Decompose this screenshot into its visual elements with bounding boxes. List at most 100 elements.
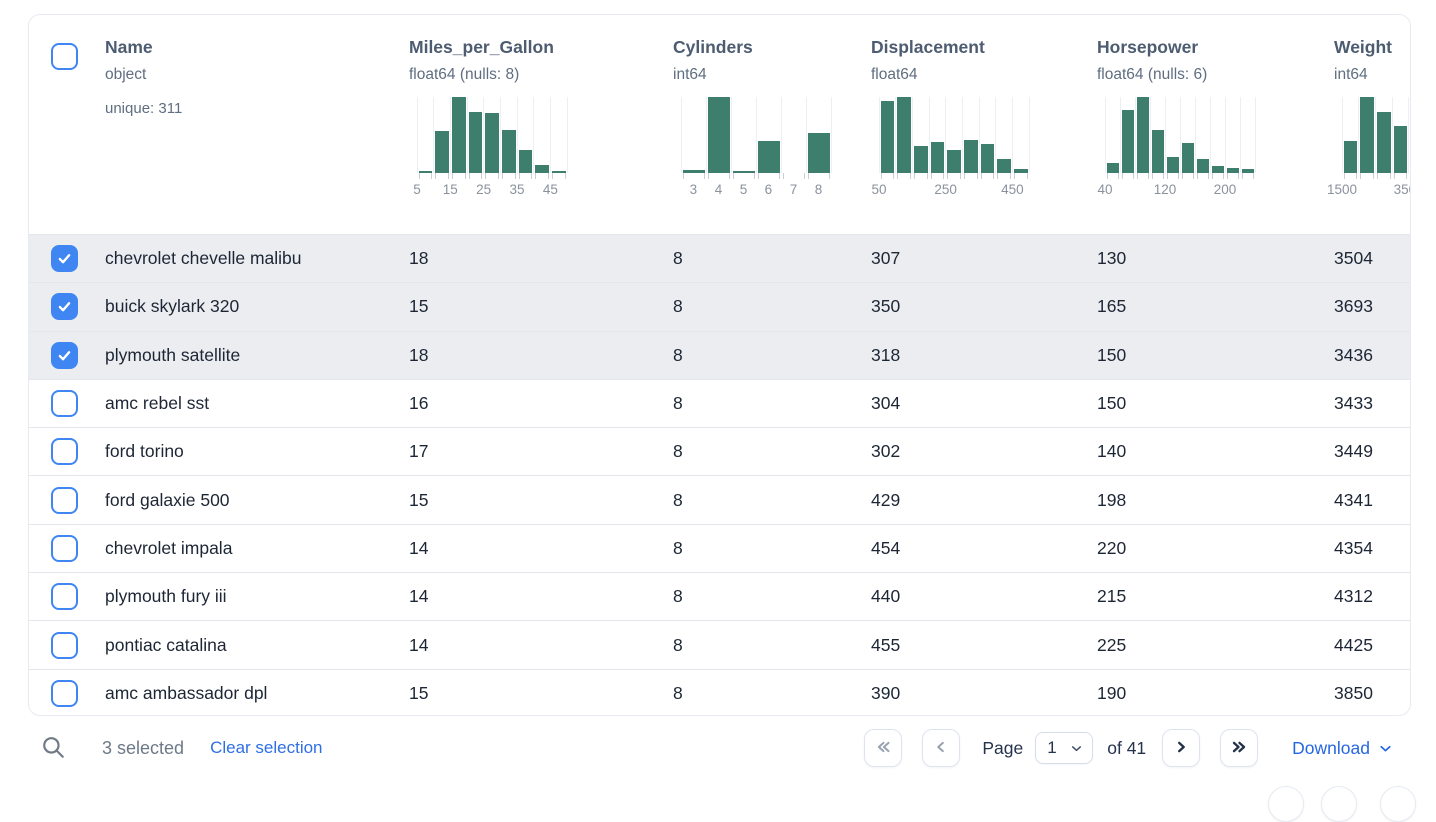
axis-tick-label: 120: [1154, 182, 1177, 197]
histogram-Miles_per_Gallon: 515253545: [417, 97, 567, 198]
row-checkbox[interactable]: [51, 680, 78, 707]
table-row: chevrolet chevelle malibu1883071303504: [29, 234, 1410, 282]
last-page-button[interactable]: [1220, 729, 1258, 767]
row-checkbox[interactable]: [51, 632, 78, 659]
histogram-bar: [1197, 159, 1209, 173]
first-page-button[interactable]: [864, 729, 902, 767]
row-checkbox[interactable]: [51, 438, 78, 465]
row-checkbox[interactable]: [51, 535, 78, 562]
histogram-plot: [681, 97, 831, 173]
column-header-Cylinders[interactable]: Cylindersint64345678: [673, 15, 871, 234]
axis-tick-label: 5: [413, 182, 421, 197]
column-dtype: float64 (nulls: 6): [1097, 65, 1334, 84]
axis-tick-label: 35: [510, 182, 525, 197]
axis-tick: [1122, 173, 1134, 179]
axis-tick-label: 40: [1097, 182, 1112, 197]
cell-name: buick skylark 320: [105, 296, 409, 317]
clear-selection-link[interactable]: Clear selection: [210, 738, 322, 758]
axis-tick: [1212, 173, 1224, 179]
axis-tick-label: 45: [543, 182, 558, 197]
axis-tick-label: 250: [934, 182, 957, 197]
axis-tick: [808, 173, 830, 179]
axis-tick: [535, 173, 549, 179]
search-button[interactable]: [40, 734, 66, 763]
column-dtype: float64: [871, 65, 1097, 84]
chevrons-left-icon: [872, 736, 894, 761]
download-button[interactable]: Download: [1292, 738, 1394, 759]
cell-value: 18: [409, 345, 673, 366]
cell-name: pontiac catalina: [105, 635, 409, 656]
axis-tick: [1227, 173, 1239, 179]
histogram-bar: [535, 165, 549, 173]
table-row: amc rebel sst1683041503433: [29, 379, 1410, 427]
axis-tick: [485, 173, 499, 179]
row-checkbox[interactable]: [51, 245, 78, 272]
cell-value: 190: [1097, 683, 1334, 704]
data-table-card: Nameobjectunique: 311Miles_per_Gallonflo…: [28, 14, 1411, 716]
hidden-action-button[interactable]: [1321, 786, 1357, 822]
chevrons-right-icon: [1228, 736, 1250, 761]
row-checkbox[interactable]: [51, 583, 78, 610]
histogram-bar: [519, 150, 533, 173]
axis-tick: [708, 173, 730, 179]
cell-value: 8: [673, 635, 871, 656]
cell-name: chevrolet impala: [105, 538, 409, 559]
chevron-right-icon: [1170, 736, 1192, 761]
cell-value: 17: [409, 441, 673, 462]
histogram-bar: [1182, 143, 1194, 173]
axis-tick: [1344, 173, 1358, 179]
row-checkbox[interactable]: [51, 342, 78, 369]
histogram-bar: [947, 150, 961, 173]
next-page-button[interactable]: [1162, 729, 1200, 767]
axis-tick: [783, 173, 805, 179]
axis-tick: [1137, 173, 1149, 179]
column-header-Name[interactable]: Nameobjectunique: 311: [105, 15, 409, 234]
histogram-plot: [1342, 97, 1411, 173]
page-select[interactable]: 1: [1035, 732, 1093, 764]
cell-value: 302: [871, 441, 1097, 462]
column-header-Displacement[interactable]: Displacementfloat6450250450: [871, 15, 1097, 234]
previous-page-button[interactable]: [922, 729, 960, 767]
check-icon: [56, 250, 73, 267]
cell-name: amc ambassador dpl: [105, 683, 409, 704]
axis-tick: [1410, 173, 1411, 179]
histogram-plot: [417, 97, 567, 173]
cell-value: 14: [409, 586, 673, 607]
axis-tick: [1377, 173, 1391, 179]
cell-value: 4341: [1334, 490, 1411, 511]
histogram-bar: [419, 171, 433, 173]
cell-value: 16: [409, 393, 673, 414]
histogram-bar: [1242, 169, 1254, 173]
hidden-action-button[interactable]: [1268, 786, 1304, 822]
row-checkbox[interactable]: [51, 293, 78, 320]
cell-value: 454: [871, 538, 1097, 559]
cell-name: plymouth satellite: [105, 345, 409, 366]
axis-tick-label: 8: [815, 182, 823, 197]
select-all-checkbox[interactable]: [51, 43, 78, 70]
table-body: chevrolet chevelle malibu1883071303504bu…: [29, 234, 1410, 716]
column-dtype: int64: [673, 65, 871, 84]
hidden-action-button[interactable]: [1380, 786, 1416, 822]
table-row: amc ambassador dpl1583901903850: [29, 669, 1410, 716]
column-title: Horsepower: [1097, 36, 1334, 58]
table-row: buick skylark 3201583501653693: [29, 282, 1410, 330]
histogram-axis: [1105, 173, 1255, 179]
cell-value: 4425: [1334, 635, 1411, 656]
row-checkbox[interactable]: [51, 487, 78, 514]
table-row: ford torino1783021403449: [29, 427, 1410, 475]
axis-tick: [519, 173, 533, 179]
cell-value: 8: [673, 683, 871, 704]
page-select-value: 1: [1047, 738, 1056, 758]
cell-name: plymouth fury iii: [105, 586, 409, 607]
histogram-bar: [997, 159, 1011, 173]
cell-value: 150: [1097, 345, 1334, 366]
row-checkbox-cell: [29, 438, 105, 465]
cell-value: 18: [409, 248, 673, 269]
axis-tick: [1014, 173, 1028, 179]
row-checkbox[interactable]: [51, 390, 78, 417]
column-header-Horsepower[interactable]: Horsepowerfloat64 (nulls: 6)40120200: [1097, 15, 1334, 234]
column-header-Weight[interactable]: Weightint6415003500: [1334, 15, 1411, 234]
column-header-Miles_per_Gallon[interactable]: Miles_per_Gallonfloat64 (nulls: 8)515253…: [409, 15, 673, 234]
cell-value: 3693: [1334, 296, 1411, 317]
cell-value: 8: [673, 345, 871, 366]
